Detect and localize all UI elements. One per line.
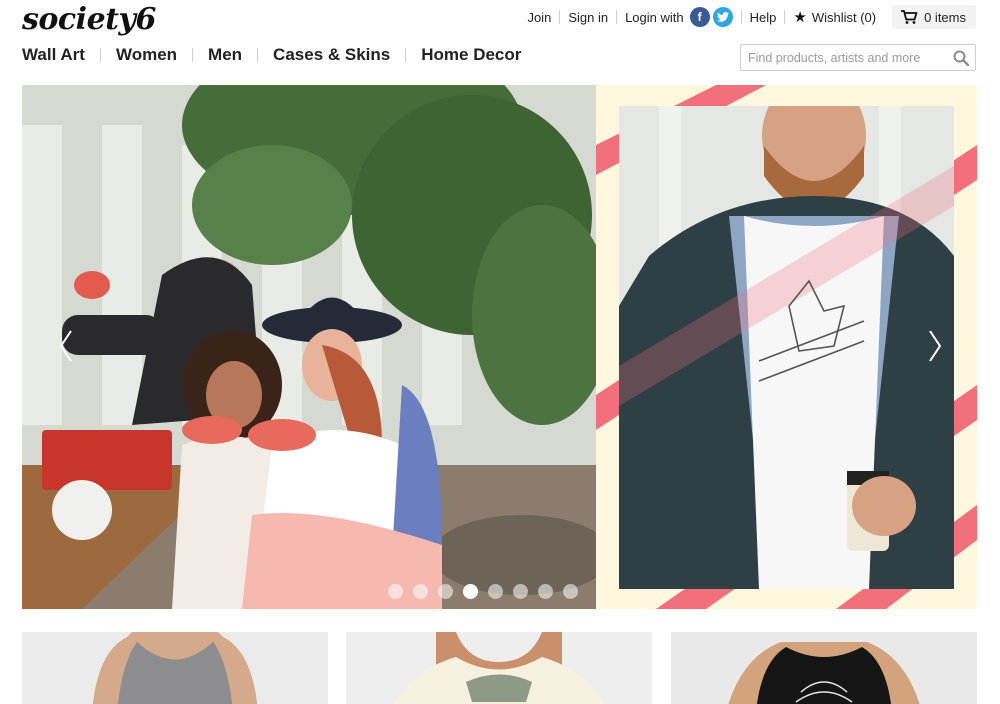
divider [405,48,407,62]
muscle-tee-photo [671,632,977,704]
society6-logo[interactable]: society6 [22,2,156,37]
lifestyle-photo-art [22,85,596,609]
nav-item-cases-skins[interactable]: Cases & Skins [273,45,390,65]
wishlist-link[interactable]: ★ Wishlist (0) [785,8,886,26]
search-input[interactable] [741,45,947,70]
nav-item-wall-art[interactable]: Wall Art [22,45,85,65]
cart-button[interactable]: 0 items [892,5,976,29]
search-icon[interactable] [947,50,975,66]
social-login: f [689,7,733,27]
carousel-dot[interactable] [513,584,528,599]
product-tile[interactable] [22,632,328,704]
carousel-dot[interactable] [488,584,503,599]
cart-count: 0 items [924,9,966,25]
nav-item-women[interactable]: Women [116,45,177,65]
product-grid [22,632,977,704]
lifestyle-photo [22,85,596,609]
nav-item-home-decor[interactable]: Home Decor [421,45,521,65]
carousel-dots [388,584,578,599]
cart-icon [901,10,918,24]
carousel-next-button[interactable] [921,323,949,369]
star-icon: ★ [793,9,807,26]
tank-top-photo [22,632,328,704]
carousel-dot[interactable] [538,584,553,599]
carousel-dot-active[interactable] [463,584,478,599]
divider [99,48,101,62]
carousel-dot[interactable] [563,584,578,599]
chevron-right-icon [929,330,942,362]
help-link[interactable]: Help [742,10,785,25]
facebook-icon[interactable]: f [689,7,710,27]
main-nav: Wall Art Women Men Cases & Skins Home De… [22,45,521,65]
join-link[interactable]: Join [519,10,559,25]
tee-model-art [619,106,954,589]
tee-model-photo [619,106,954,589]
carousel-dot[interactable] [413,584,428,599]
carousel-dot[interactable] [438,584,453,599]
tee-photo [346,632,652,704]
divider [192,48,194,62]
hero-carousel [22,85,977,609]
featured-tee-panel [596,85,977,609]
twitter-icon[interactable] [712,7,733,27]
divider [257,48,259,62]
carousel-prev-button[interactable] [52,323,80,369]
carousel-dot[interactable] [388,584,403,599]
wishlist-label: Wishlist (0) [811,9,877,25]
product-tile[interactable] [671,632,977,704]
nav-item-men[interactable]: Men [208,45,242,65]
sign-in-link[interactable]: Sign in [560,10,616,25]
login-with-label: Login with [625,9,684,25]
account-links: Join Sign in Login with f Help ★ Wishlis… [519,4,976,30]
product-tile[interactable] [346,632,652,704]
chevron-left-icon [59,330,72,362]
search-box [740,44,976,71]
